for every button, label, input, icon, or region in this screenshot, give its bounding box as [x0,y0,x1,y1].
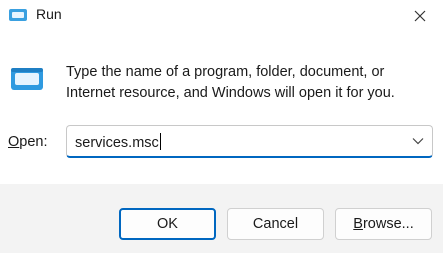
browse-button-accesskey: B [353,216,363,232]
browse-button[interactable]: Browse... [335,208,432,240]
close-icon [414,10,426,22]
dialog-content: Type the name of a program, folder, docu… [0,34,443,184]
ok-button[interactable]: OK [119,208,216,240]
window-title: Run [36,6,62,22]
open-label: Open: [8,134,48,150]
open-input-value: services.msc [75,135,159,151]
open-input[interactable]: services.msc [75,133,161,151]
browse-button-label: rowse... [362,216,414,232]
open-label-accesskey: O [8,134,20,150]
open-label-text: pen: [19,134,48,150]
cancel-button-label: Cancel [252,216,299,232]
chevron-down-icon[interactable] [412,137,424,145]
text-caret [159,133,161,150]
open-combobox[interactable]: services.msc [66,125,433,158]
ok-button-label: OK [157,216,178,232]
close-button[interactable] [397,0,443,32]
cancel-button[interactable]: Cancel [227,208,324,240]
run-app-icon [11,68,43,90]
description-text: Type the name of a program, folder, docu… [66,64,395,101]
title-bar: Run [0,0,443,34]
run-app-icon [9,9,27,21]
